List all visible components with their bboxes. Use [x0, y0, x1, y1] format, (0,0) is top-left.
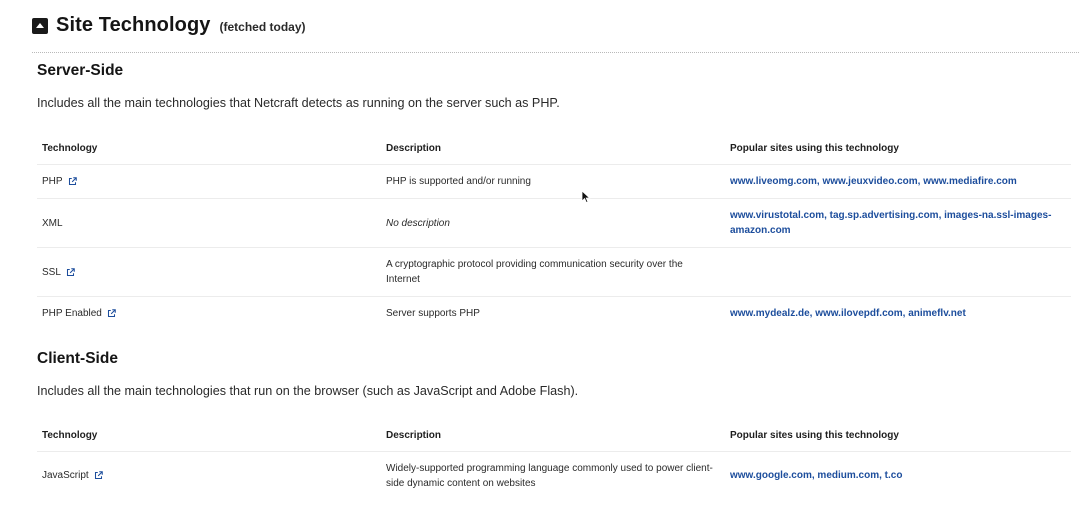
- caret-up-icon: [36, 23, 44, 28]
- fetched-status: (fetched today): [219, 20, 306, 34]
- popular-sites-cell: www.liveomg.com, www.jeuxvideo.com, www.…: [725, 164, 1071, 199]
- external-link-icon[interactable]: [66, 267, 75, 277]
- popular-sites-cell: www.google.com, medium.com, t.co: [725, 451, 1071, 500]
- mouse-pointer-icon: [581, 190, 591, 204]
- technology-cell: XML: [37, 198, 381, 248]
- description-cell: Widely-supported programming language co…: [381, 451, 725, 500]
- description-cell: A cryptographic protocol providing commu…: [381, 247, 725, 297]
- technology-name: XML: [42, 217, 63, 229]
- site-link[interactable]: www.virustotal.com: [730, 210, 824, 221]
- column-header-technology: Technology: [42, 429, 98, 441]
- technology-name: PHP Enabled: [42, 308, 102, 320]
- column-header-popular-sites: Popular sites using this technology: [730, 142, 899, 154]
- table-row: XML No description www.virustotal.com, tag…: [37, 198, 1071, 248]
- column-header-description: Description: [386, 429, 442, 441]
- site-link[interactable]: www.liveomg.com: [730, 176, 817, 187]
- collapse-toggle-button[interactable]: [32, 18, 48, 34]
- external-link-icon[interactable]: [107, 309, 116, 318]
- technology-cell: PHP: [37, 164, 381, 199]
- technology-name: PHP: [42, 176, 63, 187]
- page-title: Site Technology: [56, 14, 211, 36]
- site-link[interactable]: www.google.com: [730, 470, 812, 481]
- site-technology-panel: Site Technology (fetched today) Server-S…: [0, 0, 1083, 508]
- table-header-row: Technology Description Popular sites usi…: [37, 132, 1071, 165]
- popular-sites-cell: [725, 247, 1071, 297]
- column-header-description: Description: [386, 142, 442, 154]
- column-header-popular-sites: Popular sites using this technology: [730, 429, 899, 441]
- table-header-row: Technology Description Popular sites usi…: [37, 419, 1071, 452]
- table-row: SSL A cryptographic protocol providing co…: [37, 247, 1071, 297]
- table-row: PHP PHP is supported and/or running www.li…: [37, 164, 1071, 199]
- site-link[interactable]: t.co: [885, 470, 903, 481]
- divider: [32, 52, 1079, 53]
- site-link[interactable]: www.mydealz.de: [730, 308, 810, 319]
- technology-name: SSL: [42, 266, 61, 278]
- client-side-table: Technology Description Popular sites usi…: [37, 419, 1071, 500]
- server-side-heading: Server-Side: [37, 62, 124, 79]
- server-side-table: Technology Description Popular sites usi…: [37, 132, 1071, 331]
- site-link[interactable]: animeflv.net: [908, 308, 966, 319]
- section-header: Site Technology (fetched today): [32, 14, 306, 37]
- client-side-heading: Client-Side: [37, 350, 118, 367]
- external-link-icon[interactable]: [94, 471, 103, 480]
- popular-sites-cell: www.mydealz.de, www.ilovepdf.com, animef…: [725, 296, 1071, 331]
- table-row: PHP Enabled Server supports PHP www.mydeal…: [37, 296, 1071, 331]
- external-link-icon[interactable]: [68, 177, 77, 186]
- technology-name: JavaScript: [42, 470, 89, 482]
- site-link[interactable]: www.mediafire.com: [923, 176, 1017, 187]
- site-link[interactable]: tag.sp.advertising.com: [830, 210, 939, 221]
- description-cell: PHP is supported and/or running: [381, 164, 725, 199]
- technology-cell: SSL: [37, 247, 381, 297]
- client-side-description: Includes all the main technologies that …: [37, 384, 579, 398]
- site-link[interactable]: www.jeuxvideo.com: [822, 176, 917, 187]
- description-cell: No description: [381, 198, 725, 248]
- site-link[interactable]: www.ilovepdf.com: [815, 308, 902, 319]
- popular-sites-cell: www.virustotal.com, tag.sp.advertising.c…: [725, 198, 1071, 248]
- server-side-description: Includes all the main technologies that …: [37, 96, 560, 110]
- description-cell: Server supports PHP: [381, 296, 725, 331]
- technology-cell: PHP Enabled: [37, 296, 381, 331]
- technology-cell: JavaScript: [37, 451, 381, 500]
- column-header-technology: Technology: [42, 142, 98, 154]
- table-row: JavaScript Widely-supported programming l…: [37, 451, 1071, 500]
- site-link[interactable]: medium.com: [817, 470, 879, 481]
